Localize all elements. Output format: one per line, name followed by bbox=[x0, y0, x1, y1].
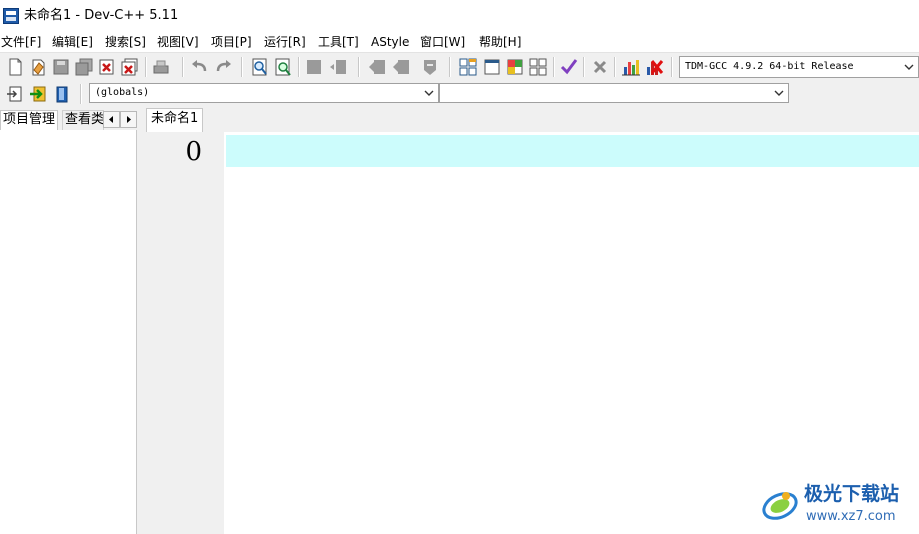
toolbar-separator bbox=[358, 57, 360, 77]
toolbar-separator bbox=[182, 57, 184, 77]
chevron-left-icon bbox=[109, 116, 113, 123]
tab-untitled-1[interactable]: 未命名1 bbox=[146, 108, 204, 132]
main-toolbar: TDM-GCC 4.9.2 64-bit Release bbox=[0, 52, 919, 80]
project-tree-panel[interactable] bbox=[0, 130, 137, 534]
menu-window[interactable]: 窗口[W] bbox=[420, 34, 465, 50]
menu-astyle[interactable]: AStyle bbox=[371, 34, 409, 50]
class-toolbar: (globals) bbox=[0, 80, 919, 108]
indent-icon[interactable] bbox=[304, 57, 324, 77]
close-file-icon[interactable] bbox=[97, 57, 117, 77]
menu-file[interactable]: 文件[F] bbox=[1, 34, 41, 50]
goto-declaration-icon[interactable] bbox=[5, 84, 25, 104]
left-panel-tabs: 项目管理 查看类 bbox=[0, 108, 140, 130]
menu-execute[interactable]: 运行[R] bbox=[264, 34, 306, 50]
toolbar-separator bbox=[80, 84, 82, 104]
menu-project[interactable]: 项目[P] bbox=[211, 34, 252, 50]
aurora-logo-icon bbox=[762, 492, 798, 520]
close-all-icon[interactable] bbox=[120, 57, 140, 77]
menu-search[interactable]: 搜索[S] bbox=[105, 34, 146, 50]
toolbar-separator bbox=[553, 57, 555, 77]
save-icon[interactable] bbox=[51, 57, 71, 77]
print-icon[interactable] bbox=[151, 57, 171, 77]
window-title: 未命名1 - Dev-C++ 5.11 bbox=[24, 8, 179, 23]
find-icon[interactable] bbox=[250, 57, 270, 77]
window-layout-icon[interactable] bbox=[505, 57, 525, 77]
bookmark-prev-icon[interactable] bbox=[367, 57, 387, 77]
tab-class-browser[interactable]: 查看类 bbox=[62, 110, 104, 130]
unindent-icon[interactable] bbox=[328, 57, 348, 77]
toolbar-separator bbox=[145, 57, 147, 77]
title-bar: 未命名1 - Dev-C++ 5.11 bbox=[0, 0, 919, 32]
delete-profile-icon[interactable] bbox=[644, 57, 664, 77]
current-line-highlight[interactable] bbox=[226, 135, 919, 167]
line-number: 0 bbox=[185, 137, 202, 167]
tab-project-manager[interactable]: 项目管理 bbox=[0, 110, 59, 130]
tile-windows-icon[interactable] bbox=[458, 57, 478, 77]
toolbar-separator bbox=[298, 57, 300, 77]
menu-bar: 文件[F] 编辑[E] 搜索[S] 视图[V] 项目[P] 运行[R] 工具[T… bbox=[0, 32, 919, 52]
check-syntax-icon[interactable] bbox=[559, 57, 579, 77]
menu-view[interactable]: 视图[V] bbox=[157, 34, 199, 50]
code-editor[interactable]: 0 bbox=[144, 132, 919, 534]
cascade-windows-icon[interactable] bbox=[528, 57, 548, 77]
goto-definition-icon[interactable] bbox=[28, 84, 48, 104]
new-file-icon[interactable] bbox=[5, 57, 25, 77]
dev-cpp-app-icon bbox=[3, 8, 19, 24]
menu-edit[interactable]: 编辑[E] bbox=[52, 34, 93, 50]
line-number-gutter: 0 bbox=[144, 132, 224, 534]
redo-icon[interactable] bbox=[213, 57, 233, 77]
member-select[interactable] bbox=[439, 83, 789, 103]
watermark-title: 极光下载站 bbox=[804, 483, 900, 505]
editor-tab-bar: 未命名1 bbox=[144, 108, 919, 132]
toolbar-separator bbox=[583, 57, 585, 77]
stop-execution-icon[interactable] bbox=[590, 57, 610, 77]
menu-tools[interactable]: 工具[T] bbox=[318, 34, 359, 50]
toolbar-separator bbox=[241, 57, 243, 77]
chevron-down-icon bbox=[774, 90, 784, 96]
watermark: 极光下载站 www.xz7.com bbox=[760, 480, 919, 534]
open-file-icon[interactable] bbox=[28, 57, 48, 77]
watermark-url: www.xz7.com bbox=[806, 509, 896, 524]
bookmark-next-icon[interactable] bbox=[391, 57, 411, 77]
profile-chart-icon[interactable] bbox=[621, 57, 641, 77]
bookmark-icon[interactable] bbox=[52, 84, 72, 104]
compiler-select-value: TDM-GCC 4.9.2 64-bit Release bbox=[685, 61, 854, 72]
chevron-down-icon bbox=[424, 90, 434, 96]
scope-select-value: (globals) bbox=[95, 87, 150, 98]
full-screen-icon[interactable] bbox=[482, 57, 502, 77]
chevron-right-icon bbox=[127, 116, 131, 123]
menu-help[interactable]: 帮助[H] bbox=[479, 34, 521, 50]
panel-splitter[interactable] bbox=[137, 108, 144, 534]
tab-scroll-right-button[interactable] bbox=[120, 111, 137, 128]
tab-scroll-left-button[interactable] bbox=[103, 111, 120, 128]
toolbar-separator bbox=[671, 57, 673, 77]
undo-icon[interactable] bbox=[190, 57, 210, 77]
replace-icon[interactable] bbox=[273, 57, 293, 77]
toolbar-separator bbox=[614, 57, 616, 77]
scope-select[interactable]: (globals) bbox=[89, 83, 439, 103]
toggle-comment-icon[interactable] bbox=[420, 57, 440, 77]
compiler-select[interactable]: TDM-GCC 4.9.2 64-bit Release bbox=[679, 56, 919, 78]
save-all-icon[interactable] bbox=[74, 57, 94, 77]
toolbar-separator bbox=[449, 57, 451, 77]
chevron-down-icon bbox=[904, 64, 914, 70]
